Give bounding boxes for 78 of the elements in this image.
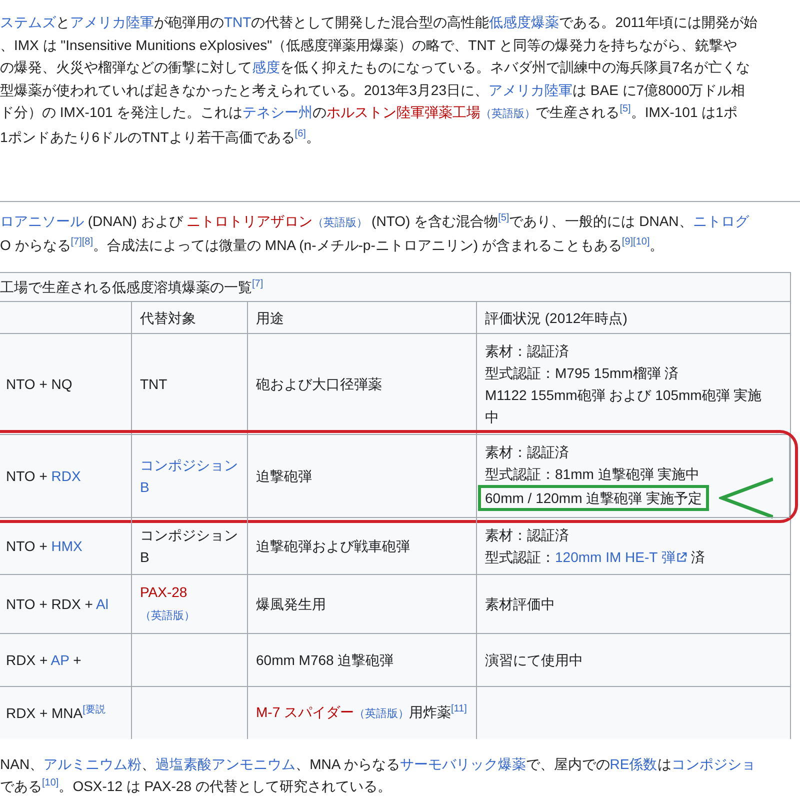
reference-link[interactable]: [5]	[498, 212, 510, 223]
reference-link[interactable]: [10]	[42, 778, 59, 789]
cell-text: M1122 155mm砲弾 および 105mm砲弾 実施中	[485, 386, 763, 427]
link[interactable]: 低感度爆薬	[489, 14, 560, 30]
link[interactable]: アメリカ陸軍	[70, 14, 154, 30]
link[interactable]: ロアニソール	[0, 212, 84, 229]
paragraph-line: ロアニソール (DNAN) および ニトロトリアザロン（英語版） (NTO) を含む混合物$^{[5]}$であり、一般的には DNAN、ニトログ	[0, 210, 750, 231]
cell-text: 演習にて使用中	[485, 650, 584, 670]
link[interactable]: TNT	[224, 14, 252, 30]
link[interactable]: RE係数	[610, 756, 658, 772]
cell-text: 迫撃砲弾および戦車砲弾	[256, 536, 411, 556]
link[interactable]: ステムズ	[0, 14, 56, 30]
paragraph-line: である$^{[10]}$。OSX-12 は PAX-28 の代替として研究されている。	[0, 776, 392, 796]
cell-text: 型式認証：81mm 迫撃砲弾 実施中	[485, 464, 701, 484]
paragraph-line: の爆発、火災や榴弾などの衝撃に対して感度を低く抑えたものになっている。ネバダ州で訓練中の海兵隊員7名が亡くな	[0, 58, 751, 78]
missing-article-link[interactable]: ニトロトリアザロン	[186, 212, 313, 229]
cell-text: 迫撃砲弾	[256, 466, 313, 486]
link[interactable]: アメリカ陸軍	[488, 82, 573, 98]
reference-link[interactable]: [10]	[633, 236, 650, 248]
table-caption: 工場で生産される低感度溶填爆薬の一覧$^{[7]}$	[0, 277, 264, 297]
link[interactable]: 感度	[252, 59, 280, 76]
cell-text: 60mm M768 迫撃砲弾	[256, 650, 395, 670]
link[interactable]: コンポジション B	[140, 454, 239, 498]
external-link-icon	[676, 552, 688, 563]
link[interactable]: RDX	[51, 468, 81, 484]
header-cell: 用途	[248, 300, 477, 333]
cell-text: NTO + HMX	[6, 536, 84, 556]
reference-link[interactable]: [6]	[294, 128, 306, 140]
cell-text: 素材：認証済	[485, 526, 570, 545]
language-link[interactable]: （英語版）	[140, 604, 195, 627]
cell-text: RDX + AP +	[6, 650, 82, 670]
language-link[interactable]: （英語版）	[354, 708, 409, 720]
cell-text: TNT	[140, 374, 168, 394]
cell-text: NTO + RDX	[6, 466, 82, 486]
link[interactable]: Al	[96, 596, 108, 612]
language-link[interactable]: （英語版）	[480, 108, 536, 120]
cell-text: 素材評価中	[485, 594, 556, 614]
paragraph-line: O からなる$^{[7]}$$^{[8]}$。合成法によっては微量の MNA (n-メチル-p-ニトロアニリン) が含まれることもある$^{[9]}$$^{[10]}$。	[0, 236, 665, 256]
link[interactable]: HMX	[51, 538, 82, 554]
cell-text: M-7 スパイダー（英語版）用炸薬$^{[11]}$	[256, 702, 468, 722]
missing-article-link[interactable]: M-7 スパイダー	[256, 704, 354, 720]
link[interactable]: サーモバリック爆薬	[400, 756, 526, 772]
highlight-box: 60mm / 120mm 迫撃砲弾 実施予定	[478, 484, 710, 511]
cell-text: 素材：認証済	[485, 442, 570, 462]
link[interactable]: ニトログ	[692, 212, 749, 229]
reference-link[interactable]: [8]	[82, 236, 94, 248]
paragraph-line: ステムズと アメリカ陸軍が砲弾用のTNTの代替として開発した混合型の高性能低感度爆薬である。2011年頃には開発が始	[0, 13, 758, 32]
reference-link[interactable]: [9]	[622, 236, 634, 248]
missing-article-link[interactable]: PAX-28	[140, 580, 188, 603]
cell-text: コンポジション B	[140, 526, 239, 567]
paragraph-line: 型爆薬が使われていれば起きなかったと考えられている。2013年3月23日に、アメリカ陸軍は BAE に7億8000万ドル相	[0, 80, 746, 100]
paragraph-line: 、IMX は "Insensitive Munitions eXplosives"（低感度弾薬用爆薬）の略で、TNT と同等の爆発力を持ちながら、銃撃や	[0, 36, 738, 55]
header-cell: 代替対象	[132, 300, 248, 333]
link[interactable]: コンポジショ	[671, 756, 756, 772]
paragraph-line: ド分）の IMX-101 を発注した。これはテネシー州のホルストン陸軍弾薬工場（英語版）で生産される$^{[5]}$。IMX-101 は1ポ	[0, 102, 738, 122]
link[interactable]: アルミニウム粉	[44, 756, 142, 772]
paragraph-line: 1ポンドあたり6ドルのTNTより若干高価である$^{[6]}$。	[0, 127, 321, 147]
cell-text: 砲および大口径弾薬	[256, 374, 383, 394]
reference-link[interactable]: [7]	[70, 236, 82, 248]
cell-text: 爆風発生用	[256, 594, 327, 614]
external-link[interactable]: 120mm IM HE-T 弾	[555, 548, 688, 565]
reference-link[interactable]: [要説	[82, 704, 106, 716]
missing-article-link[interactable]: ホルストン陸軍弾薬工場	[326, 104, 481, 120]
link[interactable]: AP	[50, 652, 70, 668]
cell-text: NTO + NQ	[6, 374, 74, 394]
reference-link[interactable]: [5]	[620, 104, 631, 115]
reference-link[interactable]: [7]	[252, 278, 264, 290]
cell-text: 型式認証：120mm IM HE-T 弾 済	[485, 548, 706, 567]
link[interactable]: テネシー州	[242, 104, 313, 120]
language-link[interactable]: （英語版）	[312, 216, 368, 229]
cell-text: 素材：認証済	[485, 342, 570, 361]
link[interactable]: 過塩素酸アンモニウム	[156, 756, 296, 772]
header-cell: 評価状況 (2012年時点)	[477, 300, 790, 333]
cell-text: NTO + RDX + Al	[6, 594, 110, 614]
paragraph-line: NAN、アルミニウム粉、過塩素酸アンモニウム、MNA からなるサーモバリック爆薬で、屋内でのRE係数は コンポジショ	[0, 754, 756, 774]
reference-link[interactable]: [11]	[451, 703, 467, 714]
cell-text: 型式認証：M795 15mm榴弾 済	[485, 364, 680, 383]
cell-text: RDX + MNA$^{[要説}$	[6, 703, 106, 723]
